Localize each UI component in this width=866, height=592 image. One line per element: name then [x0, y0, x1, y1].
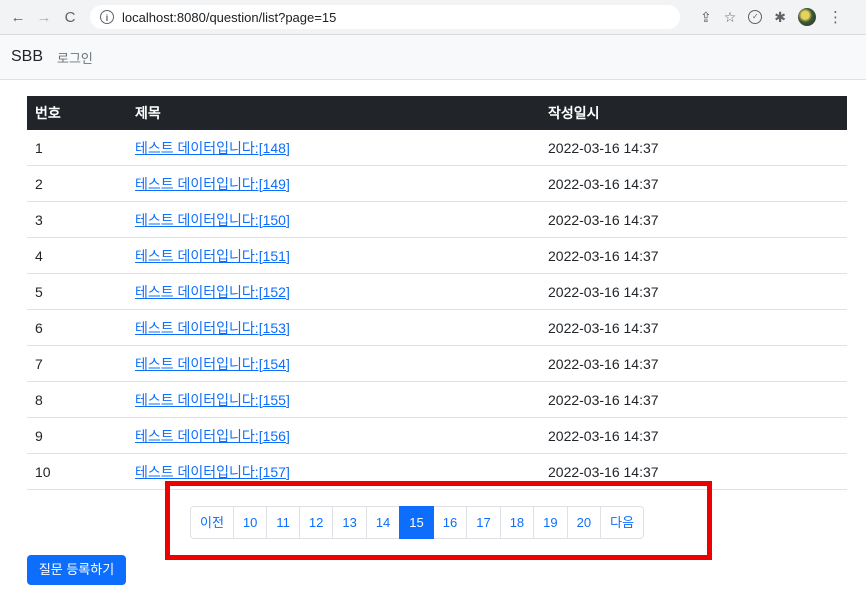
- question-link[interactable]: 테스트 데이터입니다:[155]: [135, 392, 290, 408]
- url-text: localhost:8080/question/list?page=15: [122, 9, 337, 25]
- question-table: 번호 제목 작성일시 1 테스트 데이터입니다:[148] 2022-03-16 1…: [27, 96, 847, 490]
- row-title-cell: 테스트 데이터입니다:[150]: [127, 201, 540, 238]
- row-date: 2022-03-16 14:37: [540, 453, 847, 490]
- page-next-button[interactable]: 다음: [600, 506, 645, 539]
- forward-icon[interactable]: →: [34, 9, 54, 26]
- row-title-cell: 테스트 데이터입니다:[152]: [127, 273, 540, 310]
- page-link[interactable]: 16: [432, 506, 468, 539]
- row-title-cell: 테스트 데이터입니다:[148]: [127, 130, 540, 166]
- page-link[interactable]: 13: [332, 506, 367, 539]
- page-link[interactable]: 10: [232, 506, 268, 539]
- extension-check-icon[interactable]: ✓: [748, 10, 763, 24]
- row-date: 2022-03-16 14:37: [540, 165, 847, 202]
- question-link[interactable]: 테스트 데이터입니다:[156]: [135, 428, 290, 444]
- table-row: 9 테스트 데이터입니다:[156] 2022-03-16 14:37: [27, 417, 847, 454]
- row-date: 2022-03-16 14:37: [540, 381, 847, 418]
- page-link[interactable]: 18: [499, 506, 535, 539]
- row-number: 6: [27, 309, 127, 346]
- header-title: 제목: [135, 105, 161, 121]
- row-number: 9: [27, 417, 127, 454]
- table-row: 7 테스트 데이터입니다:[154] 2022-03-16 14:37: [27, 345, 847, 382]
- page-link[interactable]: 19: [533, 506, 568, 539]
- row-number: 3: [27, 201, 127, 238]
- info-icon[interactable]: i: [100, 10, 114, 24]
- question-link[interactable]: 테스트 데이터입니다:[154]: [135, 356, 290, 372]
- page-link[interactable]: 11: [266, 506, 300, 539]
- table-row: 6 테스트 데이터입니다:[153] 2022-03-16 14:37: [27, 309, 847, 346]
- question-link[interactable]: 테스트 데이터입니다:[149]: [135, 176, 290, 192]
- question-link[interactable]: 테스트 데이터입니다:[150]: [135, 212, 290, 228]
- question-link[interactable]: 테스트 데이터입니다:[153]: [135, 320, 290, 336]
- question-link[interactable]: 테스트 데이터입니다:[148]: [135, 140, 290, 156]
- row-date: 2022-03-16 14:37: [540, 309, 847, 346]
- page-link[interactable]: 17: [466, 506, 501, 539]
- header-number: 번호: [35, 105, 61, 121]
- star-icon[interactable]: ☆: [724, 9, 737, 26]
- row-title-cell: 테스트 데이터입니다:[151]: [127, 237, 540, 274]
- row-number: 8: [27, 381, 127, 418]
- row-title-cell: 테스트 데이터입니다:[154]: [127, 345, 540, 382]
- row-number: 5: [27, 273, 127, 310]
- table-row: 8 테스트 데이터입니다:[155] 2022-03-16 14:37: [27, 381, 847, 418]
- login-link[interactable]: 로그인: [57, 48, 93, 67]
- row-title-cell: 테스트 데이터입니다:[157]: [127, 453, 540, 490]
- page-link[interactable]: 15: [399, 506, 434, 539]
- browser-toolbar: ← → C i localhost:8080/question/list?pag…: [0, 0, 866, 35]
- table-row: 2 테스트 데이터입니다:[149] 2022-03-16 14:37: [27, 165, 847, 202]
- row-title-cell: 테스트 데이터입니다:[153]: [127, 309, 540, 346]
- table-row: 1 테스트 데이터입니다:[148] 2022-03-16 14:37: [27, 130, 847, 166]
- page-prev-button[interactable]: 이전: [190, 506, 234, 539]
- site-navbar: SBB 로그인: [0, 35, 866, 80]
- page-link[interactable]: 14: [365, 506, 401, 539]
- back-icon[interactable]: ←: [8, 9, 28, 26]
- row-title-cell: 테스트 데이터입니다:[155]: [127, 381, 540, 418]
- address-bar[interactable]: i localhost:8080/question/list?page=15: [90, 5, 680, 29]
- reload-icon[interactable]: C: [60, 9, 80, 26]
- table-header-row: 번호 제목 작성일시: [27, 96, 847, 130]
- header-date: 작성일시: [548, 105, 600, 121]
- avatar[interactable]: [798, 8, 817, 26]
- row-date: 2022-03-16 14:37: [540, 417, 847, 454]
- row-number: 10: [27, 453, 127, 490]
- row-date: 2022-03-16 14:37: [540, 237, 847, 274]
- table-row: 5 테스트 데이터입니다:[152] 2022-03-16 14:37: [27, 273, 847, 310]
- menu-icon[interactable]: ⋮: [828, 8, 843, 26]
- register-question-button[interactable]: 질문 등록하기: [27, 555, 126, 585]
- page-link[interactable]: 20: [566, 506, 602, 539]
- puzzle-icon[interactable]: ✱: [774, 9, 786, 26]
- row-date: 2022-03-16 14:37: [540, 201, 847, 238]
- row-number: 7: [27, 345, 127, 382]
- row-date: 2022-03-16 14:37: [540, 345, 847, 382]
- row-number: 1: [27, 130, 127, 166]
- page-link[interactable]: 12: [298, 506, 334, 539]
- table-row: 4 테스트 데이터입니다:[151] 2022-03-16 14:37: [27, 237, 847, 274]
- browser-actions: ⇪ ☆ ✓ ✱ ⋮: [700, 8, 843, 26]
- question-link[interactable]: 테스트 데이터입니다:[151]: [135, 248, 290, 264]
- table-row: 10 테스트 데이터입니다:[157] 2022-03-16 14:37: [27, 453, 847, 490]
- row-date: 2022-03-16 14:37: [540, 273, 847, 310]
- brand-link[interactable]: SBB: [11, 48, 43, 66]
- row-number: 4: [27, 237, 127, 274]
- pagination: 이전 10 11 12 13 14 15 16 17 18 19 20 다음: [190, 506, 645, 539]
- question-link[interactable]: 테스트 데이터입니다:[157]: [135, 464, 290, 480]
- row-title-cell: 테스트 데이터입니다:[156]: [127, 417, 540, 454]
- row-number: 2: [27, 165, 127, 202]
- row-title-cell: 테스트 데이터입니다:[149]: [127, 165, 540, 202]
- row-date: 2022-03-16 14:37: [540, 130, 847, 166]
- table-row: 3 테스트 데이터입니다:[150] 2022-03-16 14:37: [27, 201, 847, 238]
- share-icon[interactable]: ⇪: [700, 9, 712, 26]
- question-link[interactable]: 테스트 데이터입니다:[152]: [135, 284, 290, 300]
